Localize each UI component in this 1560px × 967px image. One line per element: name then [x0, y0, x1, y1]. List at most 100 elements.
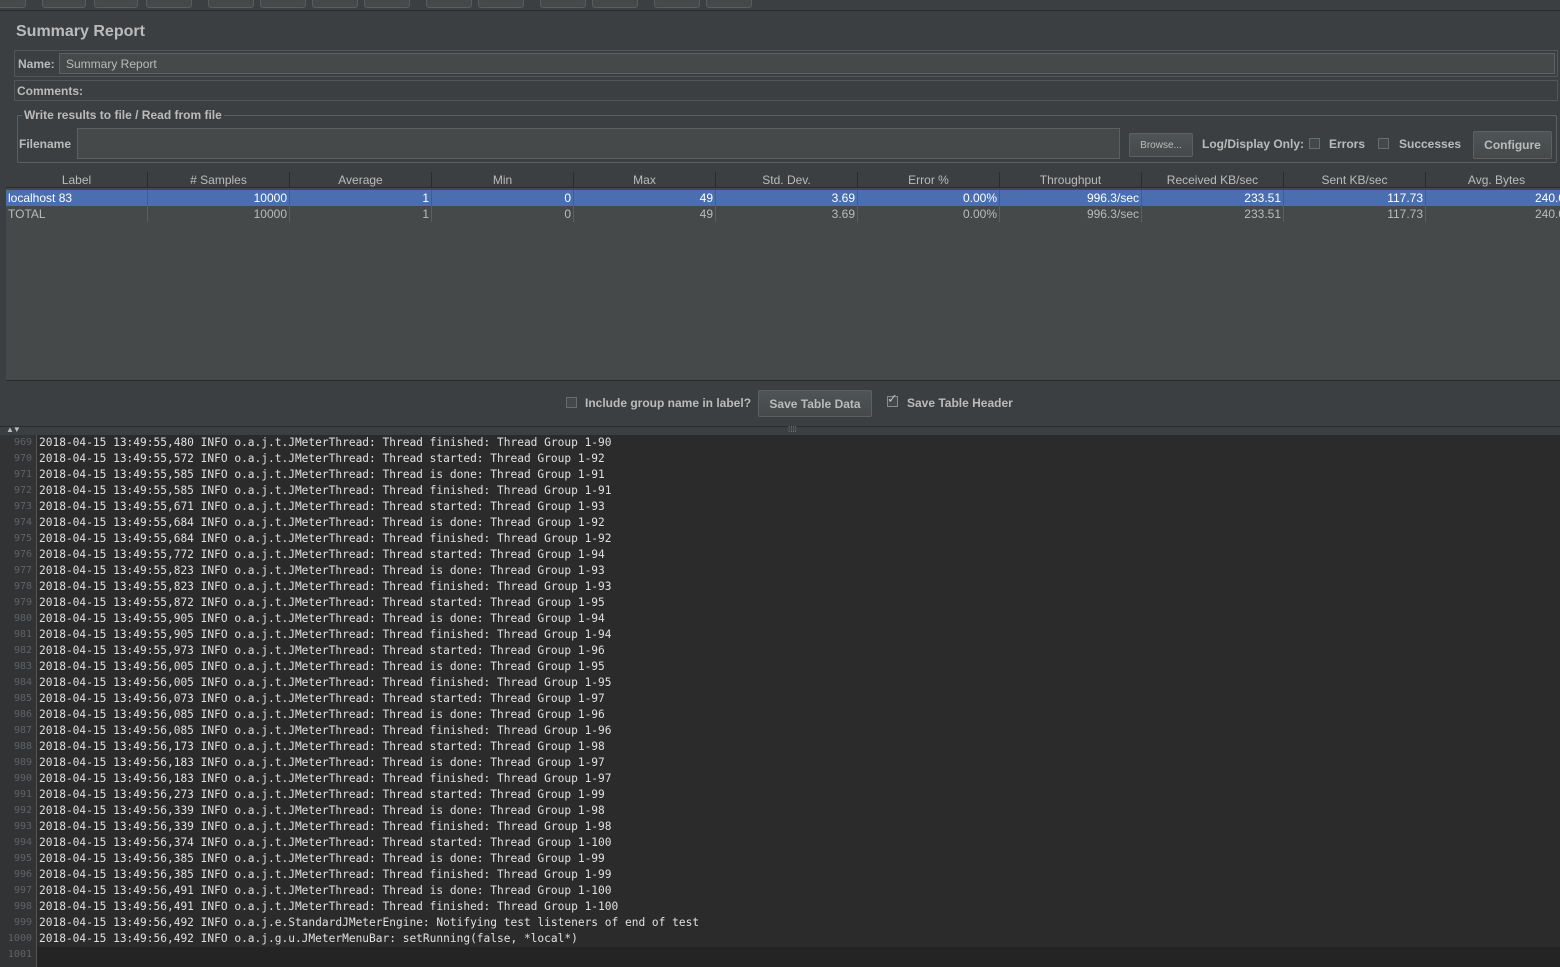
table-cell: 10000 [148, 190, 290, 206]
toolbar-button[interactable] [42, 0, 86, 8]
table-cell: localhost 83 [6, 190, 148, 206]
column-header[interactable]: Received KB/sec [1142, 172, 1284, 188]
column-header[interactable]: Sent KB/sec [1284, 172, 1426, 188]
log-text: 2018-04-15 13:49:55,772 INFO o.a.j.t.JMe… [39, 548, 605, 561]
log-text: 2018-04-15 13:49:55,823 INFO o.a.j.t.JMe… [39, 580, 612, 593]
table-cell: 996.3/sec [1000, 206, 1142, 222]
log-text: 2018-04-15 13:49:56,073 INFO o.a.j.t.JMe… [39, 692, 605, 705]
drag-grip-icon[interactable]: ⁞⁞⁞⁞ [788, 425, 797, 434]
checkmark-icon: ✓ [887, 391, 898, 406]
log-text: 2018-04-15 13:49:55,823 INFO o.a.j.t.JMe… [39, 564, 605, 577]
configure-button[interactable]: Configure [1473, 131, 1552, 159]
toolbar [0, 0, 1560, 11]
table-cell: 233.51 [1142, 206, 1284, 222]
column-header[interactable]: Average [290, 172, 432, 188]
log-text: 2018-04-15 13:49:55,684 INFO o.a.j.t.JMe… [39, 516, 605, 529]
line-number: 992 [13, 805, 32, 816]
log-text: 2018-04-15 13:49:55,872 INFO o.a.j.t.JMe… [39, 596, 605, 609]
line-number: 970 [13, 453, 32, 464]
line-number: 1000 [7, 933, 32, 944]
column-header[interactable]: Label [6, 172, 148, 188]
name-field[interactable]: Summary Report [59, 53, 1555, 74]
toolbar-button[interactable] [364, 0, 410, 8]
successes-label: Successes [1399, 137, 1462, 151]
browse-button[interactable]: Browse... [1129, 133, 1193, 157]
successes-checkbox[interactable] [1378, 138, 1389, 149]
log-text: 2018-04-15 13:49:56,085 INFO o.a.j.t.JMe… [39, 724, 612, 737]
line-number: 991 [13, 789, 32, 800]
toolbar-button[interactable] [654, 0, 700, 8]
line-number: 969 [13, 437, 32, 448]
table-cell: 0.00% [858, 206, 1000, 222]
line-number: 997 [13, 885, 32, 896]
toolbar-button[interactable] [146, 0, 192, 8]
log-text: 2018-04-15 13:49:56,085 INFO o.a.j.t.JMe… [39, 708, 605, 721]
log-text: 2018-04-15 13:49:56,173 INFO o.a.j.t.JMe… [39, 740, 605, 753]
filename-field[interactable] [77, 128, 1120, 159]
line-number: 973 [13, 501, 32, 512]
toolbar-button[interactable] [0, 0, 26, 8]
table-cell: TOTAL [6, 206, 148, 222]
column-header[interactable]: Max [574, 172, 716, 188]
table-row[interactable]: TOTAL 10000 1 0 49 3.69 0.00% 996.3/sec 233.51 11… [6, 206, 1560, 222]
table-cell: 10000 [148, 206, 290, 222]
table-cell: 3.69 [716, 190, 858, 206]
log-text: 2018-04-15 13:49:56,339 INFO o.a.j.t.JMe… [39, 820, 612, 833]
log-text: 2018-04-15 13:49:55,905 INFO o.a.j.t.JMe… [39, 612, 605, 625]
toolbar-button[interactable] [94, 0, 138, 8]
line-number: 998 [13, 901, 32, 912]
column-header[interactable]: Avg. Bytes [1426, 172, 1560, 188]
log-text: 2018-04-15 13:49:56,273 INFO o.a.j.t.JMe… [39, 788, 605, 801]
column-header[interactable]: Min [432, 172, 574, 188]
table-row[interactable]: localhost 83 10000 1 0 49 3.69 0.00% 996.3/sec 2… [6, 190, 1560, 206]
column-header[interactable]: Throughput [1000, 172, 1142, 188]
table-cell: 117.73 [1284, 206, 1426, 222]
results-table[interactable]: Label # Samples Average Min Max Std. Dev. Erro… [6, 172, 1560, 381]
toolbar-button[interactable] [208, 0, 254, 8]
name-label: Name: [18, 57, 55, 71]
save-table-header-label: Save Table Header [907, 396, 1013, 410]
column-header[interactable]: Error % [858, 172, 1000, 188]
toolbar-button[interactable] [260, 0, 306, 8]
panel-title: Summary Report [16, 23, 145, 40]
collapse-arrows-icon[interactable]: ▲▼ [6, 425, 21, 434]
table-cell: 49 [574, 206, 716, 222]
toolbar-button[interactable] [478, 0, 524, 8]
log-text: 2018-04-15 13:49:55,480 INFO o.a.j.t.JMe… [39, 436, 612, 449]
column-header[interactable]: Std. Dev. [716, 172, 858, 188]
log-display-label: Log/Display Only: [1202, 137, 1305, 151]
save-table-data-button[interactable]: Save Table Data [758, 390, 872, 417]
line-number: 978 [13, 581, 32, 592]
line-number: 987 [13, 725, 32, 736]
log-console[interactable]: 969 2018-04-15 13:49:55,480 INFO o.a.j.t.… [0, 435, 1560, 967]
line-number: 981 [13, 629, 32, 640]
toolbar-button[interactable] [312, 0, 358, 8]
toolbar-button[interactable] [540, 0, 586, 8]
log-scroll-area [37, 947, 1560, 967]
comments-row[interactable]: Comments: [14, 80, 1558, 101]
table-cell: 1 [290, 206, 432, 222]
toolbar-button[interactable] [592, 0, 638, 8]
table-cell: 0 [432, 206, 574, 222]
line-number: 985 [13, 693, 32, 704]
line-number: 993 [13, 821, 32, 832]
log-text: 2018-04-15 13:49:56,491 INFO o.a.j.t.JMe… [39, 884, 612, 897]
column-header[interactable]: # Samples [148, 172, 290, 188]
line-number: 995 [13, 853, 32, 864]
errors-checkbox[interactable] [1309, 138, 1320, 149]
include-group-checkbox[interactable] [566, 397, 577, 408]
line-number: 976 [13, 549, 32, 560]
line-number: 1001 [7, 949, 32, 960]
toolbar-button[interactable] [706, 0, 752, 8]
table-cell: 1 [290, 190, 432, 206]
line-number: 990 [13, 773, 32, 784]
toolbar-button[interactable] [426, 0, 472, 8]
name-row: Name: Summary Report [14, 50, 1558, 77]
table-cell: 3.69 [716, 206, 858, 222]
line-number: 986 [13, 709, 32, 720]
line-number: 996 [13, 869, 32, 880]
table-cell: 49 [574, 190, 716, 206]
log-text: 2018-04-15 13:49:55,905 INFO o.a.j.t.JMe… [39, 628, 612, 641]
log-text: 2018-04-15 13:49:56,005 INFO o.a.j.t.JMe… [39, 660, 605, 673]
table-cell: 117.73 [1284, 190, 1426, 206]
